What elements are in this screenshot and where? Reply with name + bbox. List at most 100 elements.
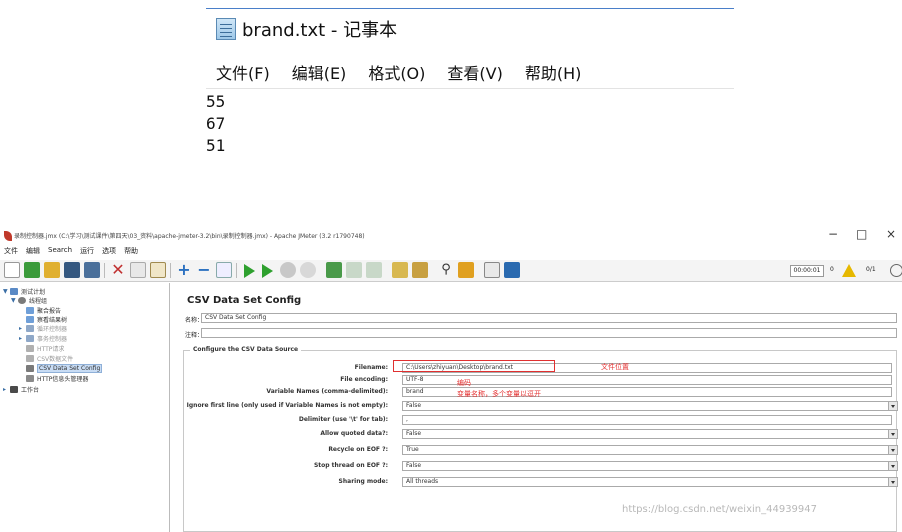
stop-icon[interactable] (280, 262, 296, 278)
stop-thread-eof-label: Stop thread on EOF ?: (313, 462, 388, 469)
menu-run[interactable]: 运行 (80, 246, 94, 260)
chevron-down-icon[interactable] (888, 478, 897, 486)
notepad-menu-format[interactable]: 格式(O) (368, 60, 425, 84)
tree-node[interactable]: ▸ 工作台 (3, 385, 39, 394)
remote-stop-icon[interactable] (346, 262, 362, 278)
menu-search[interactable]: Search (48, 246, 72, 260)
notepad-title-border (206, 8, 734, 9)
tree-toggle-icon[interactable]: ▼ (11, 297, 16, 304)
encoding-input[interactable]: UTF-8 (402, 375, 892, 385)
shutdown-icon[interactable] (300, 262, 316, 278)
menu-help[interactable]: 帮助 (124, 246, 138, 260)
expand-icon[interactable]: + (176, 262, 192, 278)
tree-node-label: 工作台 (21, 387, 40, 394)
elapsed-timer: 00:00:01 (790, 265, 824, 277)
notepad-line: 67 (206, 114, 226, 133)
select-value: True (406, 446, 419, 453)
paste-icon[interactable] (150, 262, 166, 278)
report-icon (26, 307, 34, 314)
jmeter-menubar: 文件 编辑 Search 运行 选项 帮助 (0, 246, 146, 260)
chevron-down-icon[interactable] (888, 430, 897, 438)
group-title: Configure the CSV Data Source (190, 346, 302, 353)
stop-thread-eof-select[interactable]: False (402, 461, 898, 471)
chevron-down-icon[interactable] (888, 446, 897, 454)
remote-shutdown-icon[interactable] (366, 262, 382, 278)
save-icon[interactable] (64, 262, 80, 278)
notepad-menu-file[interactable]: 文件(F) (216, 60, 270, 84)
clear-icon[interactable] (392, 262, 408, 278)
remote-globe-icon[interactable] (890, 264, 902, 277)
menu-file[interactable]: 文件 (4, 246, 18, 260)
notepad-menu-help[interactable]: 帮助(H) (525, 60, 582, 84)
notepad-text-area[interactable]: 55 67 51 (206, 91, 225, 157)
cut-icon[interactable]: ✕ (110, 262, 126, 278)
tree-toggle-icon[interactable]: ▸ (3, 386, 8, 393)
start-icon[interactable] (244, 264, 255, 278)
minimize-button[interactable]: − (828, 227, 838, 241)
warning-icon[interactable] (842, 264, 856, 277)
menu-options[interactable]: 选项 (102, 246, 116, 260)
name-input[interactable]: CSV Data Set Config (201, 313, 897, 323)
delimiter-input[interactable]: , (402, 415, 892, 425)
notepad-line: 51 (206, 136, 226, 155)
select-value: False (406, 462, 422, 469)
chevron-down-icon[interactable] (888, 402, 897, 410)
toolbar-separator (104, 263, 105, 278)
function-helper-icon[interactable] (484, 262, 500, 278)
allow-quoted-select[interactable]: False (402, 429, 898, 439)
tree-node-label: HTTP信息头管理器 (37, 376, 89, 383)
recycle-eof-label: Recycle on EOF ?: (328, 446, 388, 453)
annotation-encoding: 编码 (457, 379, 471, 387)
copy-icon[interactable] (130, 262, 146, 278)
notepad-line: 55 (206, 92, 226, 111)
tree-node[interactable]: CSV数据文件 (26, 354, 73, 363)
encoding-label: File encoding: (340, 376, 388, 383)
clear-all-icon[interactable] (412, 262, 428, 278)
close-button[interactable]: × (886, 227, 896, 241)
filename-label: Filename: (354, 364, 388, 371)
toolbar-separator (170, 263, 171, 278)
remote-start-icon[interactable] (326, 262, 342, 278)
tree-toggle-icon[interactable]: ▸ (19, 335, 24, 342)
maximize-button[interactable]: □ (856, 227, 867, 241)
reset-search-icon[interactable] (458, 262, 474, 278)
new-file-icon[interactable] (4, 262, 20, 278)
chevron-down-icon[interactable] (888, 462, 897, 470)
tree-node[interactable]: ▼ 测试计划 (3, 287, 45, 296)
tree-node[interactable]: HTTP请求 (26, 344, 64, 353)
tree-node-label: 测试计划 (21, 289, 46, 296)
notepad-menu-edit[interactable]: 编辑(E) (292, 60, 347, 84)
sampler-icon (26, 345, 34, 352)
jmeter-toolbar: ✕ + − ⚲ 00:00:01 0 0/1 (0, 260, 902, 282)
tree-node[interactable]: HTTP信息头管理器 (26, 374, 88, 383)
start-no-pause-icon[interactable] (262, 264, 273, 278)
tree-node[interactable]: 聚合报告 (26, 306, 61, 315)
tree-node[interactable]: ▼ 线程组 (11, 296, 47, 305)
ignore-first-line-select[interactable]: False (402, 401, 898, 411)
select-value: False (406, 402, 422, 409)
search-icon[interactable]: ⚲ (438, 262, 454, 278)
select-value: All threads (406, 478, 439, 485)
tree-node[interactable]: ▸ 事务控制器 (19, 334, 67, 343)
sharing-mode-select[interactable]: All threads (402, 477, 898, 487)
open-folder-icon[interactable] (44, 262, 60, 278)
comment-input[interactable] (201, 328, 897, 338)
csv-config-icon (26, 365, 34, 372)
toggle-icon[interactable] (216, 262, 232, 278)
recycle-eof-select[interactable]: True (402, 445, 898, 455)
collapse-icon[interactable]: − (196, 262, 212, 278)
save-as-icon[interactable] (84, 262, 100, 278)
tree-node[interactable]: 察看结果树 (26, 315, 67, 324)
help-icon[interactable] (504, 262, 520, 278)
tree-node-label: 线程组 (29, 298, 48, 305)
menu-edit[interactable]: 编辑 (26, 246, 40, 260)
tree-toggle-icon[interactable]: ▸ (19, 325, 24, 332)
test-plan-icon (10, 288, 18, 295)
active-threads: 0/1 (866, 266, 876, 273)
tree-toggle-icon[interactable]: ▼ (3, 288, 8, 295)
delimiter-label: Delimiter (use '\t' for tab): (298, 416, 388, 423)
tree-node[interactable]: ▸ 循环控制器 (19, 324, 67, 333)
notepad-menubar: 文件(F) 编辑(E) 格式(O) 查看(V) 帮助(H) (216, 60, 603, 84)
templates-icon[interactable] (24, 262, 40, 278)
notepad-menu-view[interactable]: 查看(V) (447, 60, 502, 84)
